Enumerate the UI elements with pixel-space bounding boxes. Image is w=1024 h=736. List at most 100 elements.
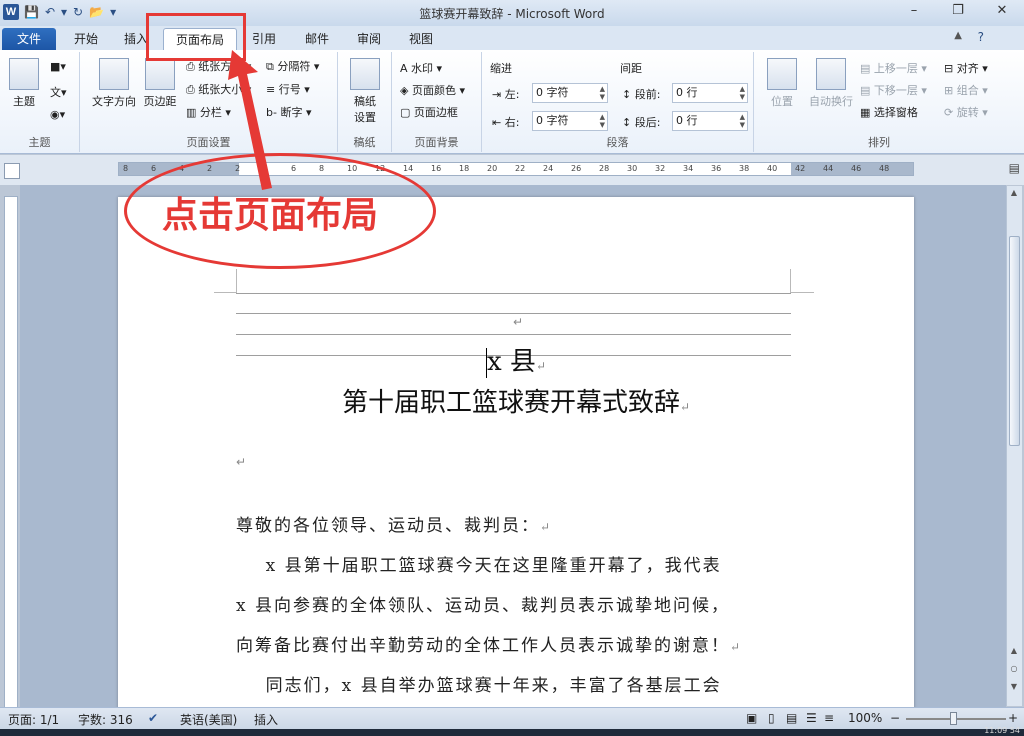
minimize-ribbon-icon[interactable]: ▲ [954, 30, 962, 41]
draft-paper-icon [350, 58, 380, 90]
ruler-tick-label: 32 [655, 164, 666, 173]
line-numbers-button[interactable]: ≡ 行号 ▾ [266, 81, 310, 97]
clock: 11:09 54 [984, 726, 1020, 735]
tab-references[interactable]: 引用 [244, 28, 284, 50]
spinner-icon[interactable]: ▲ ▼ [740, 113, 745, 129]
indent-left-field[interactable]: 0 字符 ▲ ▼ [532, 83, 608, 103]
ruler-tick-label: 22 [515, 164, 526, 173]
wrap-text-icon [816, 58, 846, 90]
themes-button[interactable]: 主题 [2, 58, 46, 109]
spacing-after-field[interactable]: 0 行 ▲ ▼ [672, 111, 748, 131]
hyphenation-button[interactable]: b- 断字 ▾ [266, 104, 311, 120]
zoom-in-button[interactable]: + [1008, 711, 1018, 725]
group-arrange: 位置 自动换行 ▤ 上移一层 ▾ ▤ 下移一层 ▾ ▦ 选择窗格 ⊟ 对齐 ▾ … [754, 52, 1004, 152]
help-icon[interactable]: ? [978, 30, 984, 44]
indent-left-label: ⇥ 左: [492, 88, 520, 101]
body-line: x 县向参赛的全体领队、运动员、裁判员表示诚挚地问候， [236, 596, 730, 616]
tab-file[interactable]: 文件 [2, 28, 56, 50]
browse-object-icon[interactable]: ○ [1007, 664, 1021, 673]
tab-home[interactable]: 开始 [66, 28, 106, 50]
web-layout-view-icon[interactable]: ▤ [786, 711, 797, 725]
spinner-icon[interactable]: ▲ ▼ [740, 85, 745, 101]
wrap-text-button[interactable]: 自动换行 [806, 58, 856, 109]
position-button[interactable]: 位置 [760, 58, 804, 109]
themes-icon [9, 58, 39, 90]
document-page[interactable]: ↵ x 县↵ 第十届职工篮球赛开幕式致辞↵ ↵ 尊敬的各位领导、运动员、裁判员：… [118, 197, 914, 707]
language-status[interactable]: 英语(美国) [180, 711, 237, 728]
insert-mode-status[interactable]: 插入 [254, 711, 278, 728]
theme-fonts-icon[interactable]: 文▾ [50, 84, 67, 100]
theme-effects-icon[interactable]: ◉▾ [50, 108, 65, 121]
group-label-draft: 稿纸 [353, 136, 376, 149]
ruler-tick-label: 8 [123, 164, 129, 173]
size-button[interactable]: ⎙ 纸张大小 ▾ [186, 81, 251, 97]
theme-colors-icon[interactable]: ■▾ [50, 60, 66, 73]
status-bar: 页面: 1/1 字数: 316 ✔ 英语(美国) 插入 ▣ ▯ ▤ ☰ ≡ 10… [0, 707, 1024, 729]
outline-view-icon[interactable]: ☰ [806, 711, 817, 725]
page-color-button[interactable]: ◈ 页面颜色 ▾ [400, 82, 465, 98]
page-count[interactable]: 页面: 1/1 [8, 711, 59, 728]
align-button[interactable]: ⊟ 对齐 ▾ [944, 60, 988, 76]
group-page-background: A 水印 ▾ ◈ 页面颜色 ▾ ▢ 页面边框 页面背景 [392, 52, 482, 152]
scroll-thumb[interactable] [1009, 236, 1020, 446]
draft-view-icon[interactable]: ≡ [824, 711, 834, 725]
margins-button[interactable]: 页边距 [138, 58, 182, 109]
close-button[interactable]: ✕ [980, 0, 1024, 22]
zoom-out-button[interactable]: − [890, 711, 900, 725]
text-direction-button[interactable]: 文字方向 [86, 58, 142, 109]
indent-right-label: ⇤ 右: [492, 116, 520, 129]
taskbar-strip: 11:09 54 [0, 726, 1024, 736]
title-line-2: 第十届职工篮球赛开幕式致辞↵ [341, 388, 691, 418]
ruler-tick-label: 28 [599, 164, 610, 173]
spacing-before-field[interactable]: 0 行 ▲ ▼ [672, 83, 748, 103]
body-line: x 县第十届职工篮球赛今天在这里隆重开幕了，我代表 [236, 556, 722, 576]
ruler-tick-label: 14 [403, 164, 414, 173]
group-objects-button[interactable]: ⊞ 组合 ▾ [944, 82, 988, 98]
vertical-scrollbar[interactable]: ▲ ▲ ○ ▼ [1006, 186, 1022, 706]
rotate-button[interactable]: ⟳ 旋转 ▾ [944, 104, 988, 120]
draft-settings-button[interactable]: 稿纸 设置 [343, 58, 387, 125]
ruler-tick-label: 36 [711, 164, 722, 173]
zoom-slider-handle[interactable] [950, 712, 957, 725]
ruler-tick-label: 48 [879, 164, 890, 173]
indent-right-field[interactable]: 0 字符 ▲ ▼ [532, 111, 608, 131]
tab-selector[interactable] [4, 163, 20, 179]
ruler-tick-label: 18 [459, 164, 470, 173]
print-layout-view-icon[interactable]: ▣ [746, 711, 757, 725]
paragraph-mark: ↵ [513, 315, 524, 329]
minimize-button[interactable]: – [892, 0, 936, 22]
scroll-up-icon[interactable]: ▲ [1007, 188, 1021, 197]
tab-view[interactable]: 视图 [401, 28, 441, 50]
document-area: ↵ x 县↵ 第十届职工篮球赛开幕式致辞↵ ↵ 尊敬的各位领导、运动员、裁判员：… [20, 185, 1006, 707]
tab-mailings[interactable]: 邮件 [297, 28, 337, 50]
spinner-icon[interactable]: ▲ ▼ [600, 85, 605, 101]
group-label-paragraph: 段落 [606, 136, 629, 149]
header-line [236, 293, 791, 294]
word-count[interactable]: 字数: 316 [78, 711, 133, 728]
spinner-icon[interactable]: ▲ ▼ [600, 113, 605, 129]
proofing-icon[interactable]: ✔ [148, 711, 158, 725]
vertical-ruler[interactable] [4, 196, 18, 708]
page-borders-button[interactable]: ▢ 页面边框 [400, 104, 458, 120]
restore-button[interactable]: ❐ [936, 0, 980, 22]
ruler-tick-label: 44 [823, 164, 834, 173]
tab-review[interactable]: 审阅 [349, 28, 389, 50]
prev-page-icon[interactable]: ▲ [1007, 646, 1021, 655]
next-page-icon[interactable]: ▼ [1007, 682, 1021, 691]
group-paragraph: 缩进 间距 ⇥ 左: 0 字符 ▲ ▼ ⇤ 右: 0 字符 ▲ ▼ ↕ 段前: 0 行 ▲… [482, 52, 754, 152]
ruler-tick-label: 40 [767, 164, 778, 173]
ruler-tick-label: 38 [739, 164, 750, 173]
ruler-tick-label: 6 [151, 164, 157, 173]
ruler-tick-label: 26 [571, 164, 582, 173]
view-ruler-icon[interactable]: ▤ [1009, 161, 1020, 175]
indent-label: 缩进 [490, 62, 512, 75]
zoom-level[interactable]: 100% [848, 711, 882, 725]
watermark-button[interactable]: A 水印 ▾ [400, 60, 442, 76]
columns-button[interactable]: ▥ 分栏 ▾ [186, 104, 231, 120]
send-backward-button[interactable]: ▤ 下移一层 ▾ [860, 82, 927, 98]
selection-pane-button[interactable]: ▦ 选择窗格 [860, 104, 918, 120]
bring-forward-button[interactable]: ▤ 上移一层 ▾ [860, 60, 927, 76]
reading-view-icon[interactable]: ▯ [768, 711, 775, 725]
breaks-button[interactable]: ⧉ 分隔符 ▾ [266, 58, 319, 74]
position-icon [767, 58, 797, 90]
